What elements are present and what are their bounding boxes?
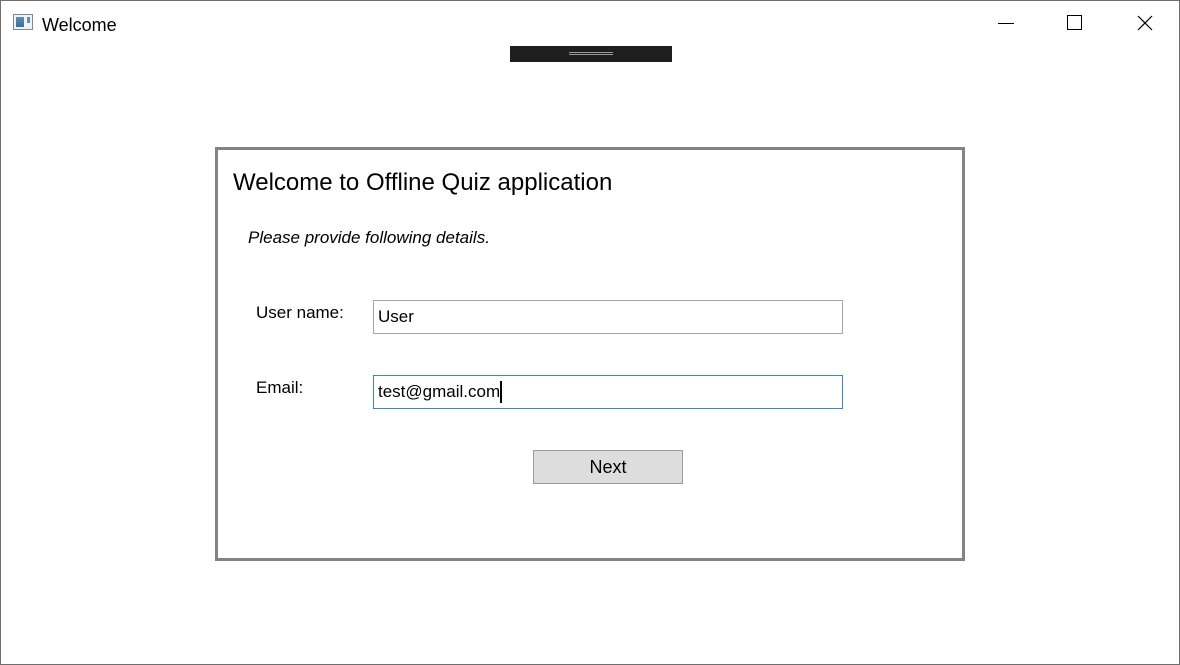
email-value: test@gmail.com: [378, 382, 501, 401]
window-app-icon: [13, 14, 33, 30]
next-button[interactable]: Next: [533, 450, 683, 484]
username-field[interactable]: User: [373, 300, 843, 334]
email-label: Email:: [256, 378, 304, 397]
minimize-icon: [998, 23, 1014, 24]
grip-icon: [569, 52, 613, 55]
page-title: Welcome to Offline Quiz application: [233, 169, 613, 196]
instruction-text: Please provide following details.: [248, 228, 490, 247]
maximize-icon: [1067, 15, 1082, 30]
close-icon: [1137, 15, 1153, 31]
email-field[interactable]: test@gmail.com: [373, 375, 843, 409]
minimize-button[interactable]: [971, 1, 1041, 45]
drag-handle[interactable]: [510, 46, 672, 62]
text-caret: [500, 381, 503, 403]
close-button[interactable]: [1109, 1, 1179, 45]
welcome-panel: [215, 147, 965, 561]
window-title: Welcome: [42, 15, 117, 35]
maximize-button[interactable]: [1040, 1, 1110, 45]
username-label: User name:: [256, 303, 344, 322]
username-value: User: [378, 307, 414, 326]
title-bar[interactable]: Welcome: [1, 1, 1179, 45]
